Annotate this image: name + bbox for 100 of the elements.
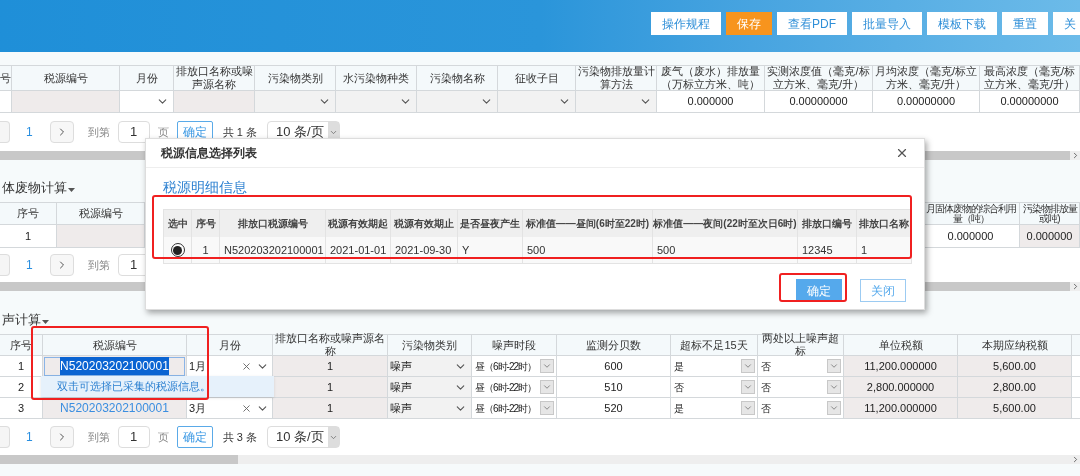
- select-field[interactable]: 3月: [187, 398, 273, 418]
- column-header: 水污染物种类: [336, 66, 417, 90]
- toolbar-button[interactable]: 重置: [1002, 12, 1048, 35]
- table-cell: 0.00000000: [765, 91, 873, 112]
- column-header: 月份: [120, 66, 174, 90]
- column-header: 排放口名称或噪声源名称: [174, 66, 255, 90]
- horizontal-scrollbar[interactable]: [0, 455, 1080, 464]
- table-cell: 11,200.000000: [844, 356, 958, 376]
- column-header: 实测浓度值（毫克/标立方米、毫克/升）: [765, 66, 873, 90]
- column-header: 污染物排放量计算方法: [576, 66, 657, 90]
- tooltip: 双击可选择已采集的税源信息。: [41, 376, 274, 397]
- table-cell: 5,600.00: [958, 398, 1072, 418]
- column-header: 征收子目: [498, 66, 576, 90]
- total-count: 共 3 条: [222, 429, 257, 445]
- radio-button[interactable]: [170, 243, 185, 257]
- page-input[interactable]: 1: [117, 426, 150, 448]
- total-count: 共 1 条: [222, 124, 257, 140]
- table-cell: 12345: [798, 237, 857, 263]
- goto-label: 到第: [87, 124, 110, 140]
- table-cell: 11,200.000000: [844, 398, 958, 418]
- page-label: 页: [157, 429, 169, 445]
- select-field[interactable]: 是: [671, 356, 758, 376]
- toolbar-button[interactable]: 模板下载: [927, 12, 997, 35]
- table-cell: Y: [458, 237, 523, 263]
- table-cell: 2: [0, 377, 43, 397]
- table-cell: 2,800.00: [958, 377, 1072, 397]
- goto-label: 到第: [87, 257, 110, 273]
- source-field[interactable]: N520203202100001: [44, 356, 185, 376]
- table-cell: 500: [523, 237, 653, 263]
- table-cell: 1: [273, 356, 388, 376]
- table-cell: 1: [0, 225, 57, 247]
- toolbar-button[interactable]: 批量导入: [852, 12, 922, 35]
- scroll-right-icon[interactable]: [1071, 151, 1080, 160]
- select-field[interactable]: 否: [671, 377, 758, 397]
- page-size-select[interactable]: 10 条/页: [266, 426, 340, 448]
- next-page-button[interactable]: [49, 254, 74, 276]
- table-cell: 1: [273, 377, 388, 397]
- select-field[interactable]: 否: [758, 377, 844, 397]
- table-cell: 500: [653, 237, 798, 263]
- close-icon[interactable]: [895, 146, 909, 160]
- toolbar-button[interactable]: 关: [1053, 12, 1080, 35]
- table-cell: 1: [0, 356, 43, 376]
- scroll-right-icon[interactable]: [1071, 455, 1080, 464]
- column-header: 两处以上噪声超标: [758, 335, 844, 355]
- table-cell: 2021-09-30: [391, 237, 458, 263]
- column-header: 污染物类别: [388, 335, 472, 355]
- select-field[interactable]: 否: [758, 398, 844, 418]
- table-cell: 0.00000000: [873, 91, 980, 112]
- table-cell: 0.000000: [657, 91, 765, 112]
- column-header: 号: [0, 66, 12, 90]
- previous-page-button[interactable]: [0, 121, 10, 143]
- column-header: 排放口名称或噪声源名称: [273, 335, 388, 355]
- select-field[interactable]: 是: [671, 398, 758, 418]
- clear-icon[interactable]: [241, 402, 252, 414]
- select-field[interactable]: 昼（6时-22时）: [472, 377, 557, 397]
- column-header: 最高浓度（毫克/标立方米、毫克/升）: [980, 66, 1080, 90]
- column-header: 税源编号: [43, 335, 187, 355]
- page-input[interactable]: 1: [117, 121, 150, 143]
- section-title[interactable]: 声计算: [2, 310, 41, 330]
- table-cell: 600: [557, 356, 671, 376]
- next-page-button[interactable]: [49, 121, 74, 143]
- table-cell: 0.000000: [1020, 225, 1080, 247]
- column-header: 污染物名称: [417, 66, 498, 90]
- table-cell: 0.00000000: [980, 91, 1080, 112]
- caret-icon[interactable]: [42, 319, 49, 324]
- table-cell: N520203202100001: [220, 237, 326, 263]
- select-field[interactable]: 昼（6时-22时）: [472, 356, 557, 376]
- table-cell: 520: [557, 398, 671, 418]
- previous-page-button[interactable]: [0, 426, 10, 448]
- dialog-title: 税源信息选择列表: [161, 145, 257, 162]
- column-header: 污染物类别: [255, 66, 336, 90]
- previous-page-button[interactable]: [0, 254, 10, 276]
- column-header: 序号: [0, 335, 43, 355]
- table-cell: 2021-01-01: [326, 237, 391, 263]
- table-cell: 2,800.000000: [844, 377, 958, 397]
- scroll-right-icon[interactable]: [1071, 282, 1080, 291]
- page-label: 页: [157, 124, 169, 140]
- table-cell: 1: [273, 398, 388, 418]
- section-title[interactable]: 体废物计算: [2, 178, 67, 198]
- section-heading: 税源明细信息: [163, 179, 247, 195]
- column-header: 月均浓度（毫克/标立方米、毫克/升）: [873, 66, 980, 90]
- select-field[interactable]: [120, 91, 174, 112]
- column-header: 超标不足15天: [671, 335, 758, 355]
- goto-label: 到第: [87, 429, 110, 445]
- column-header: 本期应纳税额: [958, 335, 1072, 355]
- table-cell: 3: [0, 398, 43, 418]
- column-header: 噪声时段: [472, 335, 557, 355]
- select-field[interactable]: 否: [758, 356, 844, 376]
- column-header: 单位税额: [844, 335, 958, 355]
- table-cell: 510: [557, 377, 671, 397]
- caret-icon[interactable]: [68, 187, 75, 192]
- column-header: 监测分贝数: [557, 335, 671, 355]
- next-page-button[interactable]: [49, 426, 74, 448]
- toolbar-button[interactable]: 查看PDF: [777, 12, 847, 35]
- toolbar-button[interactable]: 操作规程: [651, 12, 721, 35]
- table-cell: 5,600.00: [958, 356, 1072, 376]
- highlight-frame: [779, 273, 847, 302]
- select-field[interactable]: 1月: [187, 356, 273, 376]
- clear-icon[interactable]: [241, 360, 252, 372]
- select-field[interactable]: 昼（6时-22时）: [472, 398, 557, 418]
